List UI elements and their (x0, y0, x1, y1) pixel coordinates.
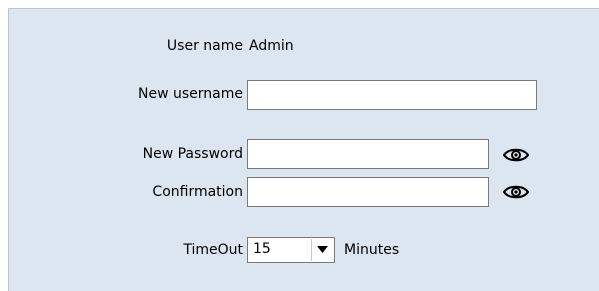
eye-icon[interactable] (503, 184, 529, 200)
confirmation-label: Confirmation (152, 184, 243, 200)
new-username-input[interactable] (247, 80, 537, 110)
new-password-label: New Password (142, 146, 243, 162)
username-label: User name (166, 38, 243, 54)
new-username-label: New username (138, 86, 243, 102)
timeout-dropdown-button[interactable] (311, 239, 333, 261)
chevron-down-icon (317, 246, 328, 253)
new-password-input[interactable] (247, 139, 489, 169)
timeout-label: TimeOut (183, 242, 243, 258)
username-value: Admin (249, 38, 294, 54)
eye-icon[interactable] (503, 147, 529, 163)
timeout-select[interactable]: 15 (247, 237, 335, 263)
timeout-selected-value: 15 (253, 241, 271, 257)
confirmation-input[interactable] (247, 177, 489, 207)
account-settings-panel: User name Admin New username New Passwor… (8, 8, 599, 291)
timeout-unit-label: Minutes (344, 242, 400, 258)
